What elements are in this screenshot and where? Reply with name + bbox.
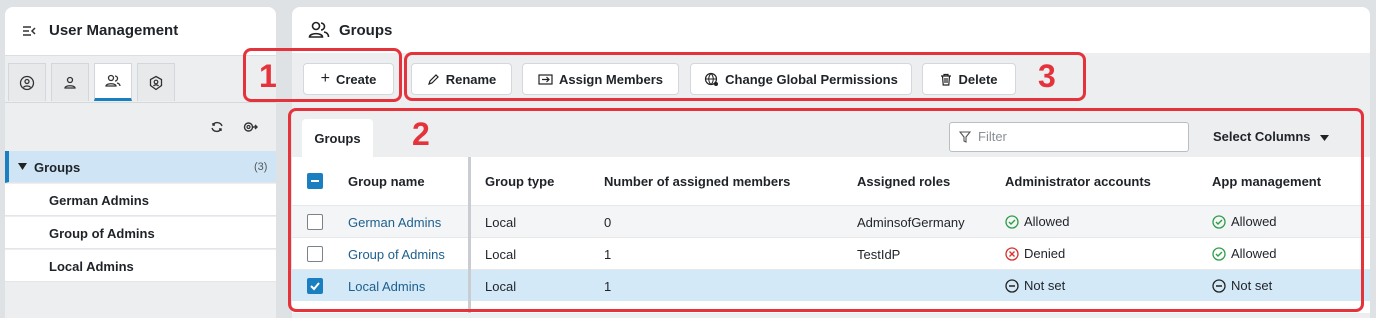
tree-root-label: Groups	[34, 160, 81, 175]
tree-item-group-of-admins[interactable]: Group of Admins	[5, 217, 276, 249]
page-title: Groups	[339, 22, 393, 39]
user-circle-icon	[19, 75, 35, 90]
tree-item-german-admins[interactable]: German Admins	[5, 184, 276, 216]
tree-item-label: Local Admins	[49, 259, 134, 274]
tab-user[interactable]	[51, 63, 89, 101]
tree-item-groups[interactable]: Groups (3)	[5, 151, 276, 183]
left-panel-tabs	[5, 56, 276, 103]
shield-user-icon	[149, 75, 163, 90]
tree-item-label: German Admins	[49, 193, 149, 208]
caret-down-icon[interactable]	[18, 163, 27, 170]
users-group-icon	[105, 74, 121, 87]
tree-item-local-admins[interactable]: Local Admins	[5, 250, 276, 282]
collapse-menu-icon[interactable]	[22, 24, 36, 38]
annotation-label-1: 1	[259, 58, 277, 94]
tree-root-count: (3)	[254, 161, 268, 173]
tab-groups[interactable]	[94, 63, 132, 101]
refresh-icon[interactable]	[209, 119, 225, 135]
tab-roles[interactable]	[137, 63, 175, 101]
user-icon	[64, 76, 76, 89]
left-panel-header: User Management	[5, 7, 276, 56]
annotation-box-2	[288, 108, 1364, 312]
tree-item-label: Group of Admins	[49, 226, 155, 241]
users-group-icon	[308, 21, 330, 38]
left-panel: User Management Groups (3) German Admins…	[5, 7, 276, 318]
main-panel-header: Groups	[292, 7, 1370, 53]
annotation-label-2: 2	[412, 116, 430, 152]
settings-export-icon[interactable]	[242, 119, 258, 135]
tab-users-circle[interactable]	[8, 63, 46, 101]
left-panel-title: User Management	[49, 22, 179, 39]
annotation-box-3	[404, 52, 1086, 101]
annotation-label-3: 3	[1038, 58, 1056, 94]
